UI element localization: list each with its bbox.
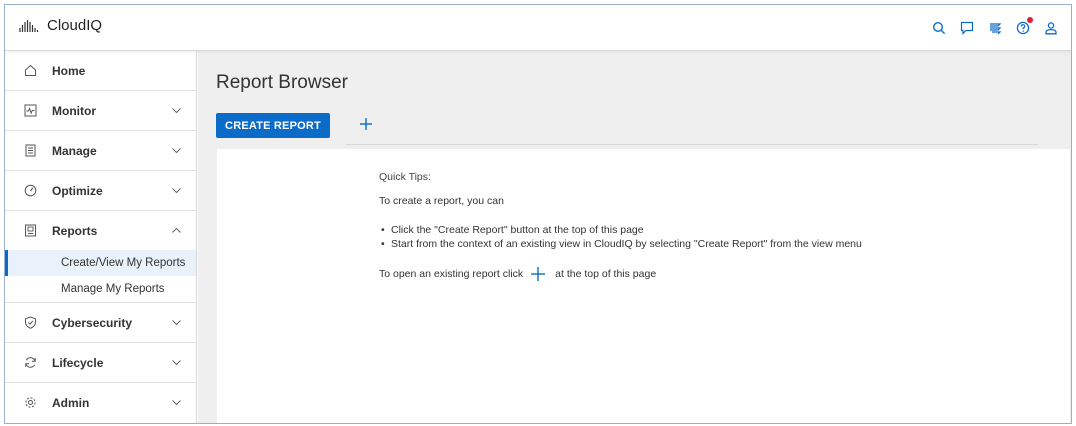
brand[interactable]: CloudIQ	[19, 17, 102, 34]
quick-tips-list: Click the "Create Report" button at the …	[379, 223, 862, 251]
open-tip-suffix: at the top of this page	[555, 268, 657, 280]
sidebar-item-label: Reports	[52, 223, 98, 238]
plus-icon	[360, 118, 372, 130]
manage-icon	[23, 144, 37, 158]
chevron-down-icon[interactable]	[171, 357, 182, 368]
plus-icon	[529, 265, 547, 283]
monitor-icon	[23, 104, 37, 118]
top-bar: CloudIQ	[5, 5, 1071, 51]
sidebar-item-monitor[interactable]: Monitor	[5, 91, 196, 130]
create-report-button[interactable]: CREATE REPORT	[216, 113, 330, 138]
app-name: CloudIQ	[47, 17, 103, 34]
sidebar-subitem-label: Create/View My Reports	[61, 257, 186, 269]
stacks-icon[interactable]	[981, 17, 1009, 39]
sidebar-item-label: Cybersecurity	[52, 315, 133, 330]
sidebar-subitem-label: Manage My Reports	[61, 283, 165, 295]
chevron-down-icon[interactable]	[171, 317, 182, 328]
sidebar-item-optimize[interactable]: Optimize	[5, 171, 196, 210]
notification-dot	[1027, 17, 1033, 23]
sidebar-item-label: Monitor	[52, 103, 96, 118]
user-icon[interactable]	[1037, 17, 1065, 39]
sidebar-subitem-manage-my-reports[interactable]: Manage My Reports	[5, 276, 196, 302]
chevron-down-icon[interactable]	[171, 145, 182, 156]
page-title: Report Browser	[216, 72, 348, 93]
chevron-down-icon[interactable]	[171, 397, 182, 408]
sidebar-item-reports[interactable]: Reports	[5, 211, 196, 250]
add-report-tab-button[interactable]	[355, 113, 377, 135]
reports-icon	[23, 224, 37, 238]
sidebar-item-label: Manage	[52, 143, 97, 158]
quick-tips-heading: Quick Tips:	[379, 171, 431, 183]
quick-tips: Quick Tips: To create a report, you can …	[379, 171, 862, 283]
tab-divider	[346, 144, 1038, 145]
sidebar-item-label: Optimize	[52, 183, 103, 198]
app-window: CloudIQ Home Monitor Manage Optimize Rep…	[4, 4, 1072, 424]
gear-icon	[23, 396, 37, 410]
sidebar-item-admin[interactable]: Admin	[5, 383, 196, 422]
chevron-down-icon[interactable]	[171, 105, 182, 116]
quick-tips-open-existing: To open an existing report click at the …	[379, 265, 862, 283]
main-content: Report Browser CREATE REPORT Quick Tips:…	[198, 51, 1071, 423]
report-content-panel: Quick Tips: To create a report, you can …	[217, 149, 1070, 423]
sidebar-item-manage[interactable]: Manage	[5, 131, 196, 170]
cloudiq-logo-icon	[19, 19, 39, 32]
help-icon[interactable]	[1009, 17, 1037, 39]
sidebar-item-home[interactable]: Home	[5, 51, 196, 90]
sidebar-item-label: Lifecycle	[52, 355, 104, 370]
home-icon	[23, 64, 37, 78]
quick-tips-intro: To create a report, you can	[379, 195, 504, 207]
sidebar-item-label: Home	[52, 63, 86, 78]
chevron-up-icon[interactable]	[171, 225, 182, 236]
sidebar-item-lifecycle[interactable]: Lifecycle	[5, 343, 196, 382]
shield-icon	[23, 316, 37, 330]
top-icons	[925, 17, 1065, 39]
chevron-down-icon[interactable]	[171, 185, 182, 196]
optimize-icon	[23, 184, 37, 198]
feedback-icon[interactable]	[953, 17, 981, 39]
sidebar-item-label: Admin	[52, 395, 90, 410]
lifecycle-icon	[23, 356, 37, 370]
search-icon[interactable]	[925, 17, 953, 39]
sidebar: Home Monitor Manage Optimize Reports Cre…	[5, 51, 197, 423]
sidebar-item-cybersecurity[interactable]: Cybersecurity	[5, 303, 196, 342]
open-tip-prefix: To open an existing report click	[379, 268, 524, 280]
list-item: Start from the context of an existing vi…	[379, 237, 862, 251]
sidebar-subitem-create-view-my-reports[interactable]: Create/View My Reports	[5, 250, 196, 276]
list-item: Click the "Create Report" button at the …	[379, 223, 862, 237]
